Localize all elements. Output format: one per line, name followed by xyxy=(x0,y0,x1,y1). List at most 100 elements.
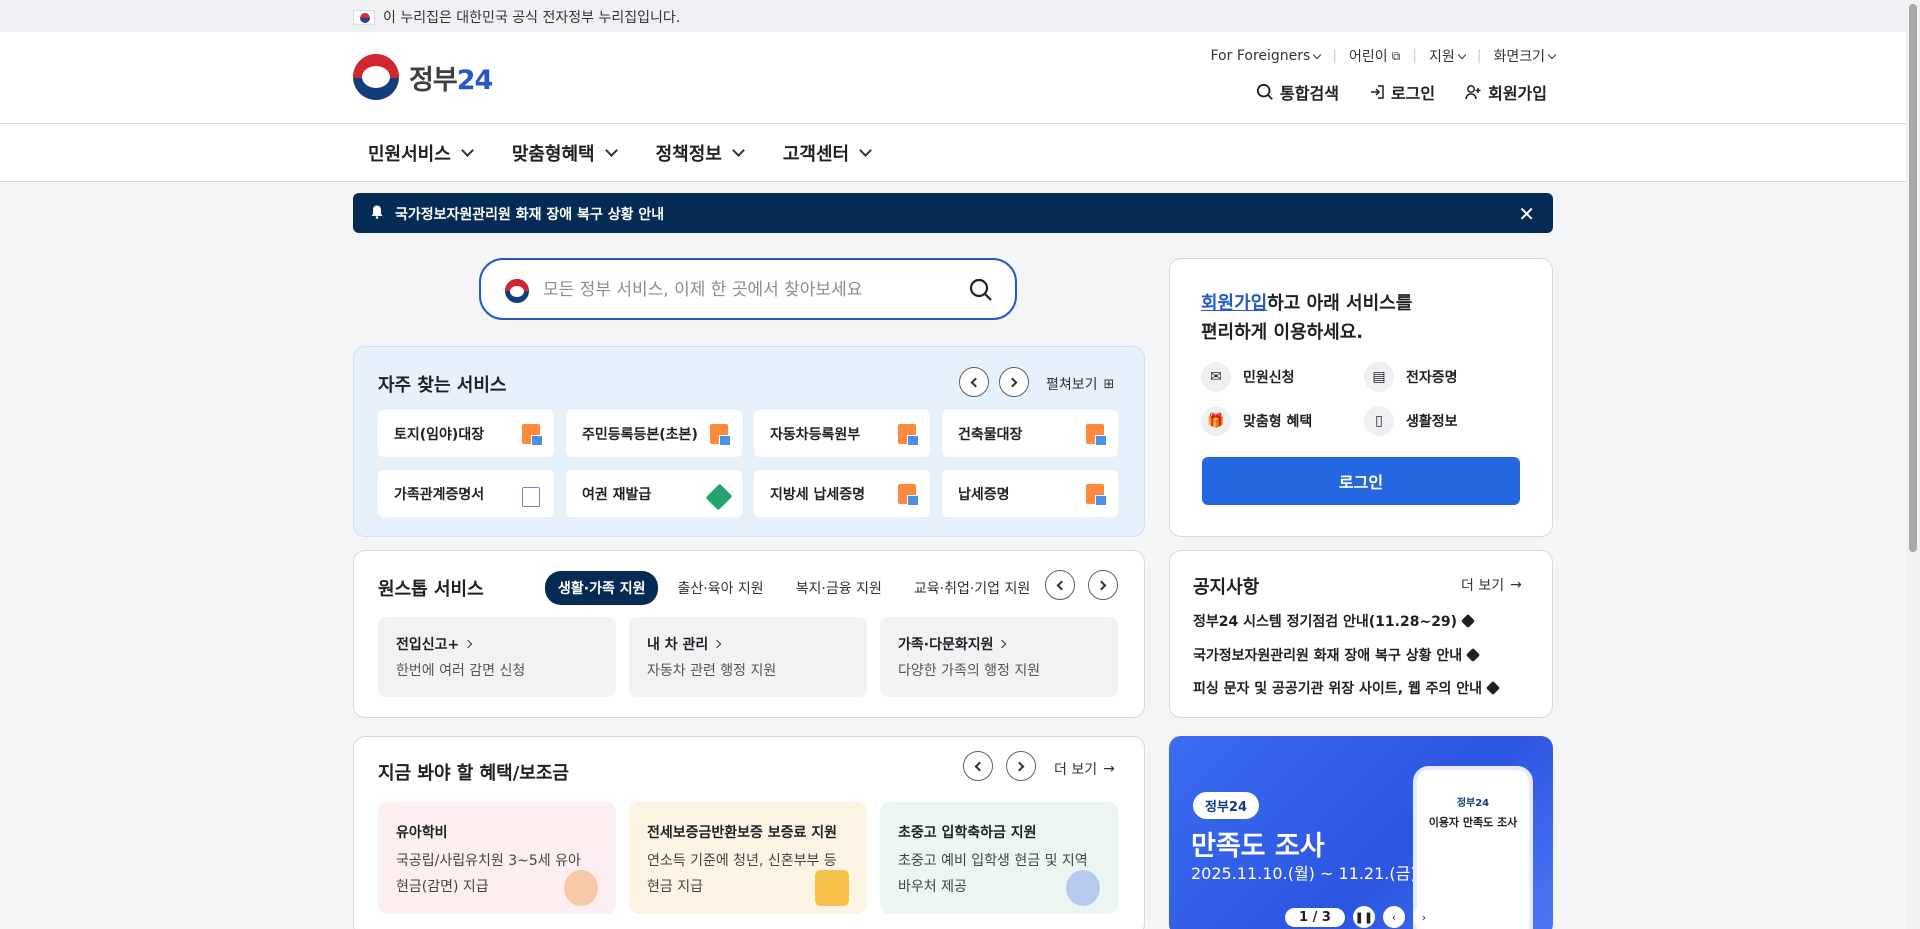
tab-education-employment[interactable]: 교육·취업·기업 지원 xyxy=(901,571,1043,605)
notice-card: 공지사항 더 보기 → 정부24 시스템 정기점검 안내(11.28~29) 국가… xyxy=(1169,550,1553,718)
service-building-register[interactable]: 건축물대장 xyxy=(942,410,1118,457)
benefits-more-link[interactable]: 더 보기 → xyxy=(1054,759,1115,779)
nav-civil-service[interactable]: 민원서비스 xyxy=(368,140,474,166)
benefit-item-preschool[interactable]: 유아학비 국공립/사립유치원 3~5세 유아 현금(감면) 지급 xyxy=(378,802,616,914)
pause-icon[interactable]: ❚❚ xyxy=(1352,906,1375,928)
tab-life-family[interactable]: 생활·가족 지원 xyxy=(545,571,659,605)
onestop-services-card: 원스톱 서비스 생활·가족 지원 출산·육아 지원 복지·금융 지원 교육·취업… xyxy=(353,550,1145,718)
alert-banner[interactable]: 국가정보자원관리원 화재 장애 복구 상황 안내 ✕ xyxy=(353,193,1553,233)
chevron-left-icon[interactable]: ‹ xyxy=(1382,906,1405,928)
service-local-tax-certificate[interactable]: 지방세 납세증명 xyxy=(754,470,930,517)
banner-brand: 정부24 xyxy=(1193,792,1260,819)
chevron-left-icon xyxy=(974,761,985,771)
next-button[interactable] xyxy=(1088,570,1118,600)
prev-button[interactable] xyxy=(963,751,993,781)
next-button[interactable] xyxy=(1006,751,1036,781)
main-nav: 민원서비스 맞춤형혜택 정책정보 고객센터 xyxy=(0,125,1920,182)
gov-official-text: 이 누리집은 대한민국 공식 전자정부 누리집입니다. xyxy=(383,10,681,26)
child-illustration-icon xyxy=(564,870,598,906)
util-screen-size[interactable]: 화면크기 xyxy=(1493,46,1557,66)
benefit-item-deposit-guarantee[interactable]: 전세보증금반환보증 보증료 지원 연소득 기준에 청년, 신혼부부 등 현금 지… xyxy=(629,802,867,914)
login-button[interactable]: 로그인 xyxy=(1202,457,1520,505)
login-link[interactable]: 로그인 xyxy=(1369,80,1435,104)
pen-icon xyxy=(705,483,733,511)
benefits-card: 지금 봐야 할 혜택/보조금 더 보기 → 유아학비 국공립/사립유치원 3~5세… xyxy=(353,736,1145,929)
onestop-item-my-car[interactable]: 내 차 관리 자동차 관련 행정 지원 xyxy=(629,617,867,697)
main-search-box xyxy=(479,258,1017,320)
nav-custom-benefits[interactable]: 맞춤형혜택 xyxy=(512,140,618,166)
util-support[interactable]: 지원 xyxy=(1429,46,1466,66)
site-logo[interactable]: 정부24 xyxy=(353,54,493,100)
chevron-down-icon xyxy=(1313,50,1322,59)
util-kids[interactable]: 어린이 ⧉ xyxy=(1349,46,1400,66)
pager-count: 1 / 3 xyxy=(1285,907,1345,927)
search-icon xyxy=(1256,83,1273,100)
integrated-search-button[interactable]: 통합검색 xyxy=(1256,80,1339,104)
document-icon xyxy=(898,484,919,506)
onestop-item-family-multicultural[interactable]: 가족·다문화지원 다양한 가족의 행정 지원 xyxy=(880,617,1118,697)
page-scrollbar[interactable] xyxy=(1906,0,1920,929)
certificate-icon: ▤ xyxy=(1364,362,1394,392)
student-illustration-icon xyxy=(1066,870,1100,906)
notice-item[interactable]: 국가정보자원관리원 화재 장애 복구 상황 안내 xyxy=(1193,645,1481,665)
onestop-item-move-in[interactable]: 전입신고+ 한번에 여러 감면 신청 xyxy=(378,617,616,697)
close-icon[interactable]: ✕ xyxy=(1518,202,1535,226)
feature-e-certificate: ▤ 전자증명 xyxy=(1364,362,1458,392)
user-add-icon xyxy=(1465,85,1481,100)
chevron-down-icon xyxy=(732,144,745,157)
util-for-foreigners[interactable]: For Foreigners xyxy=(1211,46,1322,66)
chevron-down-icon xyxy=(859,144,872,157)
tab-birth-childcare[interactable]: 출산·육아 지원 xyxy=(664,571,776,605)
prev-button[interactable] xyxy=(959,367,989,397)
next-button[interactable] xyxy=(999,367,1029,397)
external-link-icon xyxy=(522,487,540,507)
search-icon[interactable] xyxy=(969,278,993,302)
login-card: 회원가입하고 아래 서비스를 편리하게 이용하세요. ✉ 민원신청 ▤ 전자증명 🎁… xyxy=(1169,258,1553,537)
notice-item[interactable]: 정부24 시스템 정기점검 안내(11.28~29) xyxy=(1193,611,1476,631)
bookmark-icon: ▯ xyxy=(1364,406,1394,436)
notice-more-link[interactable]: 더 보기 → xyxy=(1461,575,1522,595)
arrow-right-icon: → xyxy=(1103,761,1115,777)
login-icon xyxy=(1370,85,1384,99)
chevron-left-icon xyxy=(970,377,981,387)
nav-policy-info[interactable]: 정책정보 xyxy=(656,140,745,166)
service-family-certificate[interactable]: 가족관계증명서 xyxy=(378,470,554,517)
tab-welfare-finance[interactable]: 복지·금융 지원 xyxy=(783,571,895,605)
header-actions: 통합검색 로그인 회원가입 xyxy=(1256,80,1547,104)
frequent-services-title: 자주 찾는 서비스 xyxy=(378,375,507,396)
chevron-right-icon[interactable]: › xyxy=(1412,906,1435,928)
service-land-register[interactable]: 토지(임야)대장 xyxy=(378,410,554,457)
chevron-down-icon xyxy=(460,144,474,157)
banner-title: 만족도 조사 xyxy=(1191,831,1325,862)
service-tax-certificate[interactable]: 납세증명 xyxy=(942,470,1118,517)
notice-title: 공지사항 xyxy=(1193,577,1260,598)
document-icon xyxy=(1086,424,1107,446)
bell-icon xyxy=(371,205,383,219)
signup-link[interactable]: 회원가입 xyxy=(1465,80,1547,104)
nav-customer-center[interactable]: 고객센터 xyxy=(783,140,872,166)
search-input[interactable] xyxy=(543,276,943,304)
expand-button[interactable]: 펼쳐보기 ⊞ xyxy=(1046,374,1114,394)
gov-emblem-icon xyxy=(505,279,529,303)
service-vehicle-register[interactable]: 자동차등록원부 xyxy=(754,410,930,457)
scrollbar-thumb[interactable] xyxy=(1909,4,1917,552)
gov-official-bar: 이 누리집은 대한민국 공식 전자정부 누리집입니다. xyxy=(0,0,1920,32)
pin-icon xyxy=(1485,680,1501,696)
korea-flag-icon xyxy=(353,9,375,25)
frequent-services-card: 자주 찾는 서비스 펼쳐보기 ⊞ 토지(임야)대장 주민등록등본(초본) 자동차등… xyxy=(353,346,1145,537)
document-icon xyxy=(898,424,919,446)
prev-button[interactable] xyxy=(1045,570,1075,600)
service-resident-register[interactable]: 주민등록등본(초본) xyxy=(566,410,742,457)
service-passport-reissue[interactable]: 여권 재발급 xyxy=(566,470,742,517)
site-header: 정부24 For Foreigners | 어린이 ⧉ | 지원 | 화면크기 통… xyxy=(0,32,1920,124)
document-icon xyxy=(522,424,543,446)
survey-banner[interactable]: 정부24 만족도 조사 2025.11.10.(월) ~ 11.21.(금) 정… xyxy=(1169,736,1553,929)
chevron-right-icon xyxy=(713,639,722,649)
signup-link[interactable]: 회원가입 xyxy=(1201,293,1267,314)
chevron-right-icon xyxy=(464,639,473,649)
notice-item[interactable]: 피싱 문자 및 공공기관 위장 사이트, 웹 주의 안내 xyxy=(1193,678,1501,698)
pin-icon xyxy=(1461,613,1476,629)
arrow-right-icon: → xyxy=(1510,577,1522,593)
benefit-item-school-entry[interactable]: 초중고 입학축하금 지원 초중고 예비 입학생 현금 및 지역 바우처 제공 xyxy=(880,802,1118,914)
document-icon xyxy=(1086,484,1107,506)
